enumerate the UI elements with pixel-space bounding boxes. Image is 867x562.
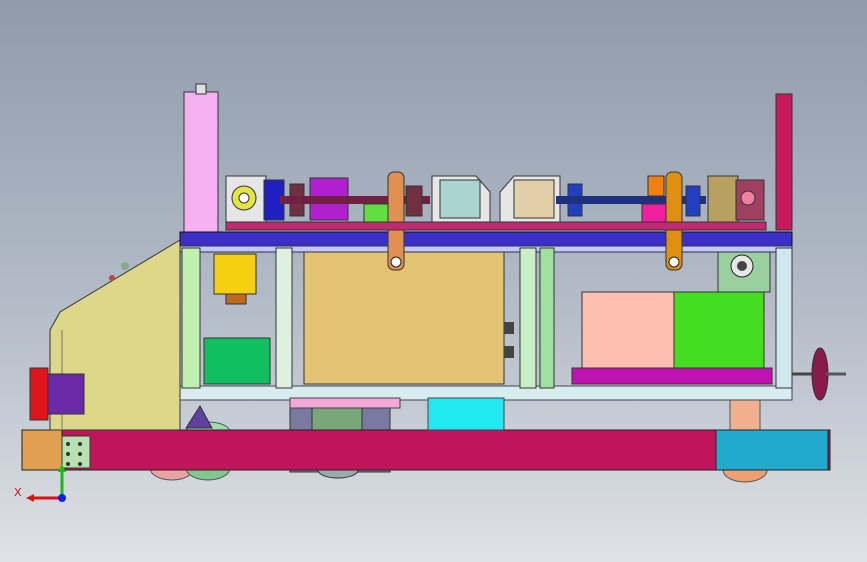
right-lift-arm: [665, 171, 683, 271]
triangle-bracket: [185, 405, 213, 429]
battery-right: [673, 291, 765, 369]
lower-pink-plate: [289, 397, 401, 409]
cad-viewport[interactable]: X: [0, 0, 867, 562]
left-roller-assembly: [225, 175, 491, 225]
left-post: [183, 91, 219, 233]
assembly-drawing: [21, 83, 846, 502]
handwheel-icon: [811, 347, 829, 401]
rear-bumper-red: [29, 367, 49, 421]
top-rail: [225, 221, 767, 231]
front-wheel-housing: [715, 429, 829, 471]
left-post-cap: [195, 83, 207, 95]
gearbox: [303, 251, 505, 385]
right-post: [775, 93, 793, 231]
rear-bumper-block: [21, 429, 63, 471]
green-control-box: [203, 337, 271, 385]
right-roller-assembly: [499, 175, 765, 225]
deck-lower-edge: [179, 245, 793, 253]
rear-bumper-purple: [47, 373, 85, 415]
battery-left: [581, 291, 675, 369]
chassis-frame: [21, 429, 831, 471]
battery-tray: [571, 367, 773, 385]
yellow-motor: [213, 253, 257, 295]
cyan-block: [427, 397, 505, 431]
x-axis-label: X: [14, 486, 22, 499]
left-lift-arm: [387, 171, 405, 271]
